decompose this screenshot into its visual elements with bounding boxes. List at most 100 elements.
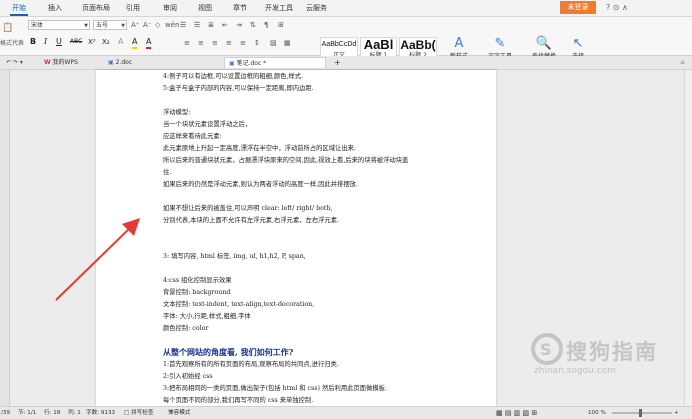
superscript-button[interactable]: X² bbox=[88, 37, 96, 47]
subscript-button[interactable]: X₂ bbox=[102, 37, 110, 47]
doc-line: 5:盒子与盒子内部的内容,可以保持一定距离,即内边距. bbox=[163, 85, 314, 92]
tab-notes-doc[interactable]: ▣ 笔记.doc * bbox=[224, 57, 326, 68]
wps-logo-icon: W bbox=[44, 59, 51, 66]
align-right-icon[interactable]: ≡ bbox=[212, 38, 218, 48]
style-normal-preview: AaBbCcDd bbox=[321, 41, 357, 48]
chevron-down-icon: ▼ bbox=[84, 23, 88, 29]
strikethrough-button[interactable]: ABC bbox=[70, 37, 82, 47]
shading-icon[interactable]: ▨ bbox=[270, 38, 277, 48]
line-spacing-icon[interactable]: ↕ bbox=[254, 38, 260, 48]
view-mode-icons[interactable]: ▦ ▤ ▥ ▧ ⊞ bbox=[496, 408, 537, 418]
doc-line: 2:引入初始经 css bbox=[163, 373, 213, 380]
document-page[interactable]: 4:例子可以有边框,可以设置边框的粗细,颜色,样式. 5:盒子与盒子内部的内容,… bbox=[96, 70, 496, 406]
paragraph-mark-icon[interactable]: ¶ bbox=[264, 20, 268, 30]
text-tools-icon: ✎ bbox=[494, 36, 506, 51]
tab-home[interactable]: 开始 bbox=[10, 2, 28, 16]
login-button[interactable]: 未登录 bbox=[560, 1, 596, 14]
search-icon: 🔍 bbox=[535, 36, 553, 51]
status-section: 节: 1/1 bbox=[18, 410, 37, 416]
doc-line: 3:把布局相同的一类的页面,做出架子(包括 html 和 css) 然后利用此页… bbox=[163, 385, 387, 392]
tab-chapter[interactable]: 章节 bbox=[233, 2, 247, 14]
tab-cloud[interactable]: 云服务 bbox=[306, 2, 327, 14]
watermark-title: 搜狗指南 bbox=[566, 340, 658, 364]
doc-line: 每个页面不同的部分,我们再写不同的 css 来单独控制. bbox=[163, 397, 314, 404]
phonetic-icon[interactable]: wén bbox=[165, 20, 179, 30]
underline-button[interactable]: U bbox=[56, 37, 62, 47]
align-left-icon[interactable]: ≡ bbox=[184, 38, 190, 48]
red-arrow-annotation bbox=[55, 218, 140, 301]
style-heading-2-preview: AaBb( bbox=[400, 38, 436, 52]
font-size-value: 五号 bbox=[96, 22, 109, 29]
spell-check-toggle[interactable]: □ 拼写检查 bbox=[124, 408, 153, 418]
table-icon[interactable]: ⊞ bbox=[278, 20, 284, 30]
sort-icon[interactable]: ⇅ bbox=[250, 20, 256, 30]
tab-my-wps[interactable]: W 我的WPS bbox=[40, 57, 82, 68]
arrow-shaft bbox=[55, 225, 133, 301]
bullet-list-icon[interactable]: ☰ bbox=[180, 20, 186, 30]
status-line: 行: 18 bbox=[44, 410, 61, 416]
bold-button[interactable]: B bbox=[30, 37, 36, 47]
doc-line: 当一个块状元素设置浮动之后， bbox=[163, 121, 252, 128]
doc-line: 4:例子可以有边框,可以设置边框的粗细,颜色,样式. bbox=[163, 73, 304, 80]
format-painter-label[interactable]: 格式代表 bbox=[0, 39, 24, 49]
tab-references[interactable]: 引用 bbox=[126, 2, 140, 14]
tab-page-layout[interactable]: 页面布局 bbox=[82, 2, 110, 14]
tab-2-doc[interactable]: ▣ 2.doc bbox=[104, 57, 136, 68]
compat-mode-label: 兼容模式 bbox=[168, 410, 191, 416]
tab-insert[interactable]: 插入 bbox=[48, 2, 62, 14]
tab-view[interactable]: 视图 bbox=[198, 2, 212, 14]
increase-indent-icon[interactable]: ⇥ bbox=[236, 20, 242, 30]
distribute-icon[interactable]: ≡ bbox=[240, 38, 246, 48]
font-color-button[interactable]: A bbox=[146, 37, 152, 49]
tab-developer[interactable]: 开发工具 bbox=[265, 2, 293, 14]
doc-line: 文本控制: text-indent, text-align,text-decor… bbox=[163, 301, 315, 308]
vertical-ruler bbox=[0, 70, 10, 406]
watermark-url: zhinan.sogou.com bbox=[534, 366, 616, 376]
doc-line: 4:css 组化控制显示效果 bbox=[163, 277, 232, 284]
doc-line: 此元素原地上升起一定高度,漂浮在半空中，浮动前所占的区域让出来. bbox=[163, 145, 356, 152]
decrease-indent-icon[interactable]: ⇤ bbox=[222, 20, 228, 30]
tab-my-wps-label: 我的WPS bbox=[52, 59, 78, 66]
multilevel-list-icon[interactable]: ≣ bbox=[208, 20, 214, 30]
numbered-list-icon[interactable]: ☰ bbox=[194, 20, 200, 30]
cursor-icon: ↖ bbox=[572, 36, 584, 51]
window-controls[interactable]: ? ⊙ ∧ bbox=[606, 2, 628, 14]
clear-format-icon[interactable]: ◇ bbox=[155, 20, 160, 30]
vertical-scrollbar[interactable] bbox=[684, 70, 692, 406]
doc-line: 颜色控制: color bbox=[163, 325, 209, 332]
align-center-icon[interactable]: ≡ bbox=[198, 38, 204, 48]
new-style-icon: A bbox=[454, 36, 464, 51]
zoom-level[interactable]: 100 % bbox=[588, 408, 606, 418]
ribbon-toolbar: 📋 格式代表 宋体 ▼ 五号 ▼ A⁺ A⁻ ◇ wén B I U ABC X² … bbox=[0, 17, 692, 67]
zoom-in-icon[interactable]: + bbox=[674, 408, 679, 418]
paste-icon[interactable]: 📋 bbox=[2, 23, 13, 33]
highlight-button[interactable]: A bbox=[132, 37, 138, 49]
justify-icon[interactable]: ≡ bbox=[226, 38, 232, 48]
doc-heading: 从整个网站的角度看, 我们如何工作? bbox=[163, 347, 294, 357]
doc-line: 如果不想让后来的被盖住,可以声明 clear: left/ right/ bot… bbox=[163, 205, 333, 212]
shrink-font-icon[interactable]: A⁻ bbox=[143, 20, 151, 30]
italic-button[interactable]: I bbox=[44, 37, 47, 47]
status-column: 列: 1 bbox=[68, 410, 81, 416]
tab-list-icon[interactable]: ≡ bbox=[676, 57, 689, 68]
zoom-slider[interactable] bbox=[612, 412, 672, 414]
doc-line: 所以后来的普通块状元素，占据漂浮块原来的空间,因此,视效上看,后来的块将被浮动块… bbox=[163, 157, 409, 164]
status-page: /39 bbox=[1, 410, 11, 416]
tab-review[interactable]: 审阅 bbox=[163, 2, 177, 14]
text-effect-button[interactable]: A bbox=[118, 37, 123, 47]
doc-line: 3: 填写内容, html 标签, img, ul, h1,h2, P, spa… bbox=[163, 253, 306, 260]
svg-text:S: S bbox=[540, 340, 552, 359]
quick-access-toolbar[interactable]: ↶ ↷ ▾ bbox=[2, 57, 27, 68]
border-icon[interactable]: ▦ bbox=[284, 38, 291, 48]
font-name-select[interactable]: 宋体 ▼ bbox=[28, 20, 90, 30]
doc-line: 1:首先观察所有的所有页面的布局,观察布局的共同点,进行归类. bbox=[163, 361, 339, 368]
grow-font-icon[interactable]: A⁺ bbox=[131, 20, 139, 30]
menu-bar: 开始 插入 页面布局 引用 审阅 视图 章节 开发工具 云服务 未登录 ? ⊙ … bbox=[0, 0, 692, 17]
font-size-select[interactable]: 五号 ▼ bbox=[93, 20, 127, 30]
zoom-slider-thumb[interactable] bbox=[639, 409, 642, 417]
new-tab-button[interactable]: + bbox=[330, 57, 345, 68]
style-heading-1-preview: AaBl bbox=[363, 37, 394, 52]
doc-line: 分别代表,本块的上面不允许有左浮元素,右浮元素，左右浮元素. bbox=[163, 217, 340, 224]
doc-line: 应这样来看待此元素: bbox=[163, 133, 222, 140]
tab-notes-doc-label: 笔记.doc * bbox=[236, 60, 267, 67]
